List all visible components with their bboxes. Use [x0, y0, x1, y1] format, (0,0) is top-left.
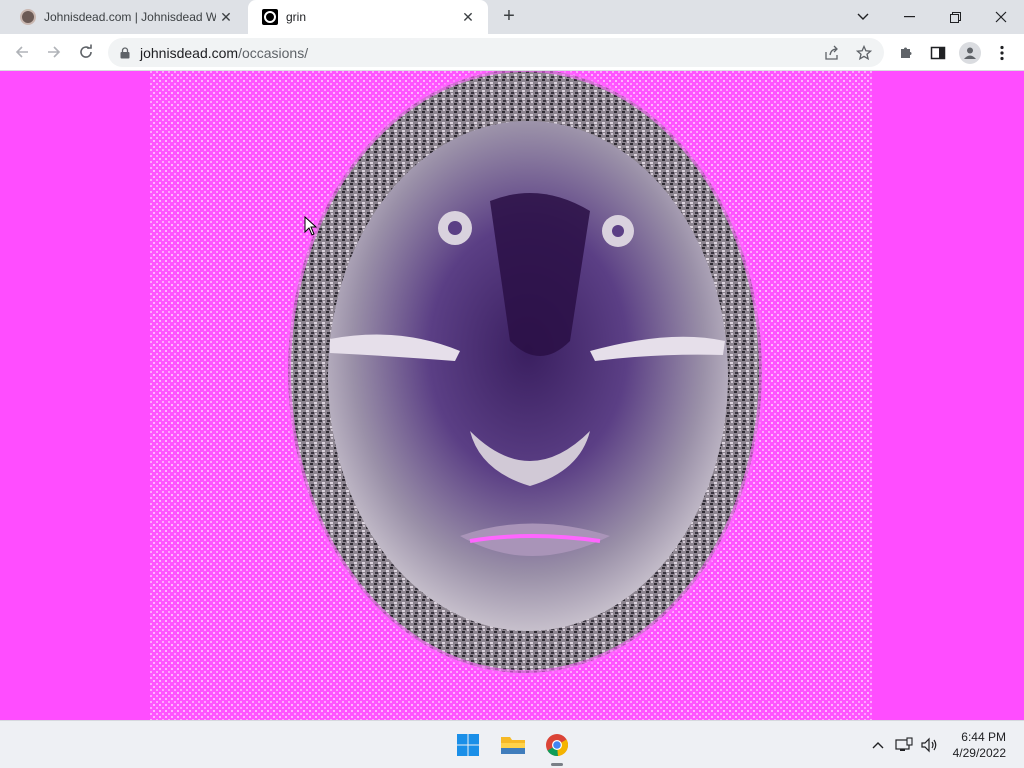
browser-toolbar: johnisdead.com/occasions/ — [0, 34, 1024, 71]
windows-start-button[interactable] — [451, 728, 485, 762]
volume-button[interactable] — [917, 732, 943, 758]
omnibox-actions — [816, 38, 880, 67]
window-controls — [840, 0, 1024, 34]
close-tab-icon[interactable]: ✕ — [216, 7, 236, 27]
profile-button[interactable] — [954, 38, 986, 67]
speaker-icon — [921, 737, 936, 753]
url-text: johnisdead.com/occasions/ — [140, 45, 308, 61]
network-icon — [895, 737, 913, 751]
system-tray: 6:44 PM 4/29/2022 — [865, 721, 1024, 768]
close-tab-icon[interactable]: ✕ — [458, 7, 478, 27]
share-icon — [825, 45, 838, 60]
side-panel-icon — [930, 46, 946, 59]
puzzle-icon — [901, 47, 912, 58]
windows-start-icon — [457, 734, 479, 756]
arrow-right-icon — [48, 46, 61, 58]
bookmark-button[interactable] — [848, 38, 880, 67]
mouse-cursor-icon — [304, 216, 318, 236]
clock-time: 6:44 PM — [961, 730, 1006, 744]
tab-title: Johnisdead.com | Johnisdead Wi — [44, 10, 216, 24]
johnisdead-favicon-icon — [20, 9, 36, 25]
forward-button[interactable] — [40, 38, 68, 66]
chrome-icon — [546, 734, 569, 757]
tab-title: grin — [286, 10, 307, 24]
more-vert-icon — [1000, 45, 1004, 60]
url-host: johnisdead.com — [140, 44, 239, 61]
tab-johnisdead[interactable]: Johnisdead.com | Johnisdead Wi ✕ — [6, 0, 246, 34]
tab-grin[interactable]: grin ✕ — [248, 0, 488, 34]
lock-icon[interactable] — [120, 46, 130, 59]
restore-icon — [949, 11, 961, 23]
grin-favicon-icon — [262, 9, 278, 25]
side-panel-button[interactable] — [922, 38, 954, 67]
address-bar[interactable]: johnisdead.com/occasions/ — [108, 38, 884, 67]
network-button[interactable] — [891, 732, 917, 758]
distorted-face-mask-image — [150, 71, 872, 720]
reload-button[interactable] — [72, 38, 100, 66]
arrow-left-icon — [15, 46, 28, 58]
chevron-down-icon — [857, 13, 869, 20]
minimize-button[interactable] — [886, 0, 932, 34]
taskbar: 6:44 PM 4/29/2022 — [0, 720, 1024, 768]
menu-button[interactable] — [986, 38, 1018, 67]
clock-date: 4/29/2022 — [952, 746, 1006, 760]
url-path: /occasions/ — [238, 44, 309, 61]
tab-search-button[interactable] — [840, 0, 886, 34]
back-button[interactable] — [8, 38, 36, 66]
clock[interactable]: 6:44 PM 4/29/2022 — [943, 729, 1024, 761]
active-app-indicator — [551, 763, 563, 766]
person-icon — [964, 47, 976, 59]
chrome-button[interactable] — [540, 728, 574, 762]
minimize-icon — [903, 16, 915, 18]
tab-strip: Johnisdead.com | Johnisdead Wi ✕ grin ✕ … — [0, 0, 1024, 34]
toolbar-actions — [890, 38, 1018, 67]
share-button[interactable] — [816, 38, 848, 67]
close-icon — [995, 11, 1007, 23]
close-window-button[interactable] — [978, 0, 1024, 34]
star-icon — [856, 44, 872, 60]
avatar — [959, 41, 981, 64]
chevron-up-icon — [872, 742, 884, 749]
file-explorer-icon — [501, 737, 525, 754]
page-content — [0, 71, 1024, 720]
file-explorer-button[interactable] — [496, 728, 530, 762]
new-tab-button[interactable]: + — [498, 6, 520, 28]
show-hidden-icons-button[interactable] — [865, 732, 891, 758]
restore-button[interactable] — [932, 0, 978, 34]
reload-icon — [80, 44, 92, 58]
extensions-button[interactable] — [890, 38, 922, 67]
